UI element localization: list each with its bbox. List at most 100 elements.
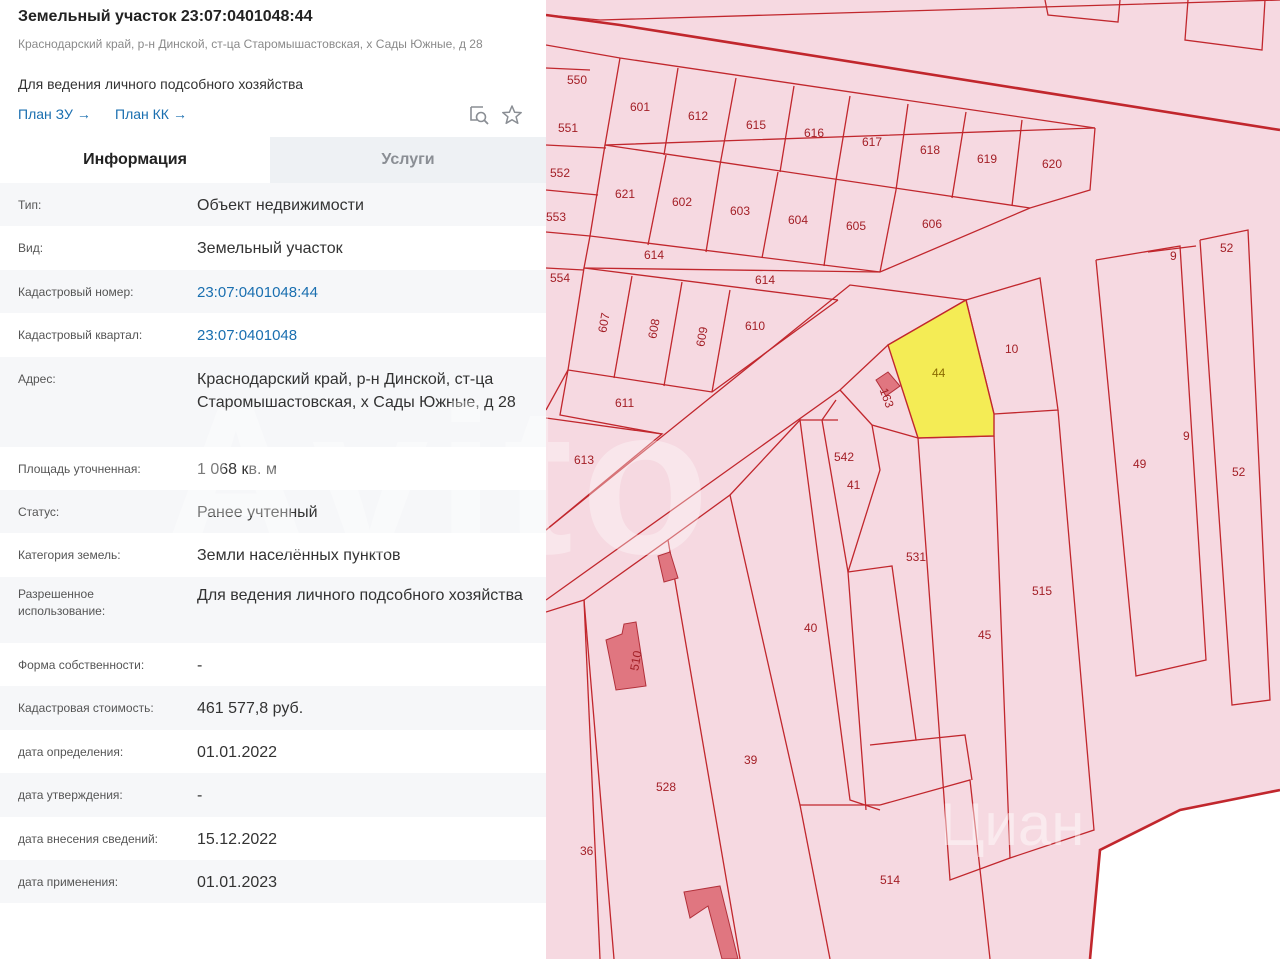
info-row-status: Статус: Ранее учтенный	[0, 490, 546, 533]
parcel-label: 9	[1183, 429, 1190, 443]
info-label: Кадастровый квартал:	[18, 328, 143, 342]
info-value: Земли населённых пунктов	[197, 547, 401, 564]
parcel-label: 554	[550, 271, 570, 285]
parcel-label: 612	[688, 109, 708, 123]
zoom-to-object-icon[interactable]	[468, 104, 490, 126]
parcel-label: 621	[615, 187, 635, 201]
parcel-label: 553	[546, 210, 566, 224]
info-value: Объект недвижимости	[197, 197, 364, 214]
parcel-label: 614	[755, 273, 775, 287]
tab-services[interactable]: Услуги	[270, 137, 546, 183]
parcel-label: 619	[977, 152, 997, 166]
star-icon[interactable]	[501, 104, 523, 126]
parcel-label: 515	[1032, 584, 1052, 598]
info-label: Кадастровый номер:	[18, 285, 134, 299]
parcel-label: 605	[846, 219, 866, 233]
parcel-label: 36	[580, 844, 594, 858]
plan-kk-label: План КК	[115, 106, 169, 122]
selected-parcel-label: 44	[932, 366, 946, 380]
info-label: Вид:	[18, 241, 44, 255]
info-label: дата определения:	[18, 745, 124, 759]
info-label: Площадь уточненная:	[18, 462, 141, 476]
parcel-label: 542	[834, 450, 854, 464]
info-value: 461 577,8 руб.	[197, 700, 304, 717]
parcel-label: 610	[745, 319, 765, 333]
info-row-cadastral-block: Кадастровый квартал: 23:07:0401048	[0, 313, 546, 357]
parcel-label: 615	[746, 118, 766, 132]
parcel-label: 602	[672, 195, 692, 209]
parcel-label: 617	[862, 135, 882, 149]
parcel-label: 52	[1220, 241, 1234, 255]
parcel-label: 620	[1042, 157, 1062, 171]
info-label: Категория земель:	[18, 548, 121, 562]
parcel-label: 528	[656, 780, 676, 794]
parcel-label: 10	[1005, 342, 1019, 356]
info-value: -	[197, 787, 203, 804]
info-row-area: Площадь уточненная: 1 068 кв. м	[0, 447, 546, 490]
parcel-label: 52	[1232, 465, 1246, 479]
info-table: Тип: Объект недвижимости Вид: Земельный …	[0, 183, 546, 903]
info-value: Ранее учтенный	[197, 504, 318, 521]
parcel-label: 604	[788, 213, 808, 227]
info-label: Тип:	[18, 198, 42, 212]
info-row-entry-date: дата внесения сведений: 15.12.2022	[0, 817, 546, 860]
map-canvas[interactable]: 550 551 552 553 554 601 612 615 616 617 …	[546, 0, 1280, 959]
parcel-label: 614	[644, 248, 664, 262]
parcel-label: 601	[630, 100, 650, 114]
parcel-label: 41	[847, 478, 861, 492]
info-value: 15.12.2022	[197, 831, 278, 848]
info-label: Форма собственности:	[18, 658, 145, 672]
info-row-cadastral-number: Кадастровый номер: 23:07:0401048:44	[0, 270, 546, 313]
info-label: дата применения:	[18, 875, 119, 889]
info-label: Адрес:	[18, 372, 56, 386]
info-value: Для ведения личного подсобного хозяйства	[197, 587, 523, 604]
plan-kk-link[interactable]: План КК →	[115, 106, 187, 122]
parcel-label: 40	[804, 621, 818, 635]
info-row-ownership: Форма собственности: -	[0, 643, 546, 686]
parcel-label: 45	[978, 628, 992, 642]
info-value: Краснодарский край, р-н Динской, ст-ца С…	[197, 371, 516, 411]
info-row-application-date: дата применения: 01.01.2023	[0, 860, 546, 903]
parcel-label: 9	[1170, 249, 1177, 263]
info-value: 01.01.2022	[197, 744, 278, 761]
info-row-land-category: Категория земель: Земли населённых пункт…	[0, 533, 546, 577]
info-label: дата утверждения:	[18, 788, 123, 802]
parcel-label: 49	[1133, 457, 1147, 471]
info-value: 1 068 кв. м	[197, 461, 277, 478]
arrow-right-icon: →	[76, 106, 91, 122]
tab-information[interactable]: Информация	[0, 137, 270, 183]
info-label: Статус:	[18, 505, 60, 519]
info-label: Кадастровая стоимость:	[18, 701, 154, 715]
info-value: -	[197, 657, 203, 674]
info-row-kind: Вид: Земельный участок	[0, 226, 546, 270]
parcel-label: 618	[920, 143, 940, 157]
info-row-type: Тип: Объект недвижимости	[0, 183, 546, 226]
info-value: Земельный участок	[197, 240, 343, 257]
plan-zu-label: План ЗУ	[18, 106, 73, 122]
tabs-bar: Информация Услуги	[0, 137, 546, 183]
cadastral-block-link[interactable]: 23:07:0401048	[197, 324, 527, 347]
info-row-approval-date: дата утверждения: -	[0, 773, 546, 817]
page-title: Земельный участок 23:07:0401048:44	[18, 8, 313, 25]
parcel-label: 616	[804, 126, 824, 140]
parcel-label: 514	[880, 873, 900, 887]
parcel-label: 531	[906, 550, 926, 564]
parcel-label: 611	[615, 396, 634, 410]
cadastral-map[interactable]: 550 551 552 553 554 601 612 615 616 617 …	[546, 0, 1280, 959]
info-value: 01.01.2023	[197, 874, 278, 891]
parcel-label: 613	[574, 453, 594, 467]
parcel-label: 603	[730, 204, 750, 218]
plan-zu-link[interactable]: План ЗУ →	[18, 106, 91, 122]
info-row-permitted-use: Разрешенное использование: Для ведения л…	[0, 577, 546, 643]
arrow-right-icon: →	[172, 106, 187, 122]
info-panel: Земельный участок 23:07:0401048:44 Красн…	[0, 0, 546, 959]
info-label: Разрешенное использование:	[18, 587, 106, 618]
header-address: Краснодарский край, р-н Динской, ст-ца С…	[18, 37, 483, 51]
cadastral-number-link[interactable]: 23:07:0401048:44	[197, 281, 527, 304]
parcel-label: 39	[744, 753, 758, 767]
parcel-label: 551	[558, 121, 578, 135]
parcel-label: 552	[550, 166, 570, 180]
info-row-determination-date: дата определения: 01.01.2022	[0, 730, 546, 773]
header-purpose: Для ведения личного подсобного хозяйства	[18, 76, 304, 92]
info-label: дата внесения сведений:	[18, 832, 158, 846]
